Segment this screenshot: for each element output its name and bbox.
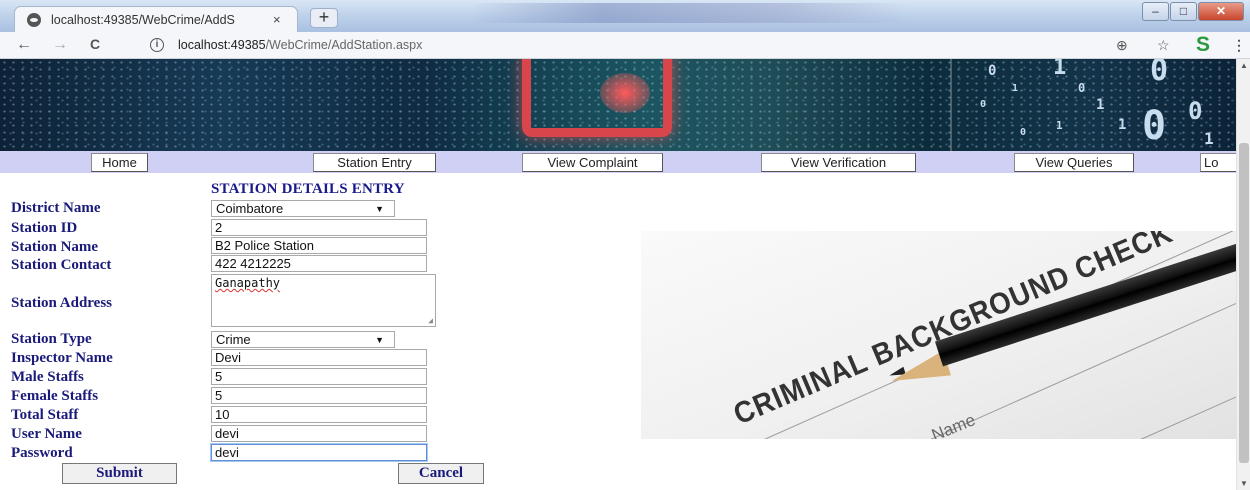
label-station-contact: Station Contact bbox=[11, 257, 112, 273]
forward-icon[interactable]: → bbox=[50, 36, 70, 54]
label-female-staffs: Female Staffs bbox=[11, 388, 99, 404]
label-male-staffs: Male Staffs bbox=[11, 369, 84, 385]
menu-home[interactable]: Home bbox=[91, 153, 148, 172]
banner-digit: 0 bbox=[1188, 97, 1203, 125]
zoom-icon[interactable]: ⊕ bbox=[1116, 37, 1128, 54]
label-total-staff: Total Staff bbox=[11, 407, 79, 423]
tab-title: localhost:49385/WebCrime/AddS bbox=[51, 12, 235, 27]
menu-logout[interactable]: Lo bbox=[1200, 153, 1240, 172]
inspector-name-input[interactable]: Devi bbox=[211, 349, 427, 366]
district-select[interactable]: Coimbatore ▼ bbox=[211, 200, 395, 217]
chevron-down-icon: ▼ bbox=[375, 204, 384, 214]
banner-digit: 1 bbox=[1096, 97, 1105, 113]
female-staffs-input[interactable]: 5 bbox=[211, 387, 427, 404]
browser-tab[interactable]: localhost:49385/WebCrime/AddS × bbox=[14, 6, 298, 32]
bookmark-star-icon[interactable]: ☆ bbox=[1157, 37, 1170, 54]
password-input[interactable]: devi bbox=[211, 444, 427, 461]
criminal-background-check-image: CRIMINAL BACKGROUND CHECK Name bbox=[641, 231, 1236, 439]
address-bar-row: ← → C i localhost:49385/WebCrime/AddStat… bbox=[0, 32, 1250, 59]
banner-digit: 0 bbox=[1142, 103, 1167, 149]
label-station-id: Station ID bbox=[11, 220, 78, 236]
station-type-select[interactable]: Crime ▼ bbox=[211, 331, 395, 348]
main-menu: Home Station Entry View Complaint View V… bbox=[0, 151, 1240, 173]
banner-digit: 1 bbox=[1204, 129, 1214, 148]
browser-window: localhost:49385/WebCrime/AddS × + – □ ✕ … bbox=[0, 0, 1250, 490]
banner-digit: 0 bbox=[1150, 59, 1169, 88]
male-staffs-input[interactable]: 5 bbox=[211, 368, 427, 385]
tab-strip: localhost:49385/WebCrime/AddS × + – □ ✕ bbox=[0, 0, 1250, 32]
extension-icon[interactable]: S bbox=[1196, 33, 1210, 57]
total-staff-input[interactable]: 10 bbox=[211, 406, 427, 423]
close-tab-icon[interactable]: × bbox=[273, 12, 281, 27]
page-viewport: 0 1 0 1 0 0 1 0 1 1 0 0 1 Home Station E… bbox=[0, 59, 1250, 490]
label-user-name: User Name bbox=[11, 426, 82, 442]
lock-graphic bbox=[522, 59, 672, 137]
banner-digit: 1 bbox=[1118, 117, 1127, 133]
label-station-type: Station Type bbox=[11, 331, 92, 347]
station-id-input[interactable]: 2 bbox=[211, 219, 427, 236]
address-value: Ganapathy bbox=[215, 276, 281, 290]
banner-digit: 1 bbox=[1056, 119, 1063, 132]
scroll-thumb[interactable] bbox=[1239, 143, 1249, 463]
station-contact-input[interactable]: 422 4212225 bbox=[211, 255, 427, 272]
menu-view-verification[interactable]: View Verification bbox=[761, 153, 916, 172]
reload-icon[interactable]: C bbox=[85, 36, 105, 52]
binary-digits: 0 1 0 1 0 0 1 0 1 1 0 0 1 bbox=[960, 59, 1236, 151]
menu-station-entry[interactable]: Station Entry bbox=[313, 153, 436, 172]
banner-digit: 1 bbox=[1053, 59, 1067, 80]
info-icon[interactable]: i bbox=[150, 38, 164, 52]
scroll-up-icon[interactable]: ▲ bbox=[1240, 61, 1248, 70]
window-controls: – □ ✕ bbox=[1141, 2, 1244, 21]
menu-view-queries[interactable]: View Queries bbox=[1014, 153, 1134, 172]
new-tab-button[interactable]: + bbox=[310, 8, 338, 28]
url-host: localhost:49385 bbox=[178, 38, 266, 52]
globe-icon bbox=[27, 12, 41, 27]
banner-digit: 0 bbox=[980, 99, 987, 110]
vertical-scrollbar[interactable]: ▲ ▼ bbox=[1236, 59, 1250, 490]
station-name-input[interactable]: B2 Police Station bbox=[211, 237, 427, 254]
cancel-button[interactable]: Cancel bbox=[398, 463, 484, 484]
browser-menu-icon[interactable]: ⋮ bbox=[1232, 37, 1246, 54]
address-field[interactable]: localhost:49385/WebCrime/AddStation.aspx bbox=[178, 38, 422, 52]
label-password: Password bbox=[11, 445, 73, 461]
image-name-hint: Name bbox=[928, 410, 979, 439]
url-path: /WebCrime/AddStation.aspx bbox=[265, 38, 423, 52]
menu-view-complaint[interactable]: View Complaint bbox=[522, 153, 663, 172]
header-banner: 0 1 0 1 0 0 1 0 1 1 0 0 1 bbox=[0, 59, 1236, 151]
station-address-textarea[interactable]: Ganapathy ◢ bbox=[211, 274, 436, 327]
user-name-input[interactable]: devi bbox=[211, 425, 427, 442]
district-value: Coimbatore bbox=[216, 201, 284, 216]
submit-button[interactable]: Submit bbox=[62, 463, 177, 484]
label-district: District Name bbox=[11, 200, 101, 216]
banner-digit: 0 bbox=[1078, 81, 1086, 95]
banner-digit: 0 bbox=[988, 63, 997, 79]
form-title: STATION DETAILS ENTRY bbox=[211, 181, 405, 197]
minimize-button[interactable]: – bbox=[1142, 2, 1169, 21]
label-station-address: Station Address bbox=[11, 295, 113, 311]
resize-grip-icon[interactable]: ◢ bbox=[428, 316, 433, 325]
label-station-name: Station Name bbox=[11, 239, 99, 255]
close-window-button[interactable]: ✕ bbox=[1198, 2, 1244, 21]
chevron-down-icon: ▼ bbox=[375, 335, 384, 345]
scroll-down-icon[interactable]: ▼ bbox=[1240, 479, 1248, 488]
image-caption: CRIMINAL BACKGROUND CHECK bbox=[729, 231, 1178, 432]
station-type-value: Crime bbox=[216, 332, 251, 347]
back-icon[interactable]: ← bbox=[14, 36, 34, 54]
banner-digit: 0 bbox=[1020, 127, 1027, 138]
label-inspector-name: Inspector Name bbox=[11, 350, 113, 366]
maximize-button[interactable]: □ bbox=[1170, 2, 1197, 21]
banner-digit: 1 bbox=[1012, 83, 1019, 94]
